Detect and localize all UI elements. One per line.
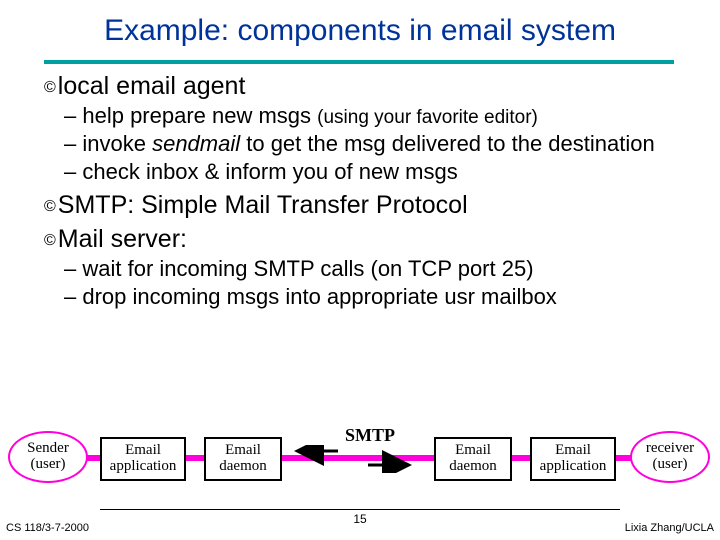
- bullet-text: local email agent: [58, 72, 246, 100]
- sub-bullet-wait-smtp: – wait for incoming SMTP calls (on TCP p…: [64, 255, 694, 283]
- text: invoke: [82, 131, 152, 156]
- bullet-local-agent: ©local email agent: [44, 70, 694, 102]
- slide: Example: components in email system ©loc…: [0, 0, 720, 540]
- sub-bullet-invoke-sendmail: – invoke sendmail to get the msg deliver…: [64, 130, 694, 158]
- footer-divider: [100, 509, 620, 510]
- bullet-text: SMTP: Simple Mail Transfer Protocol: [58, 191, 468, 219]
- label-1: Email: [455, 443, 491, 459]
- label-2: application: [540, 459, 607, 475]
- email-daemon-box-right: Email daemon: [434, 437, 512, 481]
- receiver-label-1: receiver: [646, 441, 694, 457]
- bullet-text: Mail server:: [58, 225, 187, 253]
- text: to get the msg delivered to the destinat…: [240, 131, 655, 156]
- email-daemon-box-left: Email daemon: [204, 437, 282, 481]
- sendmail-italic: sendmail: [152, 131, 240, 156]
- sub-bullet-drop-msgs: – drop incoming msgs into appropriate us…: [64, 283, 694, 311]
- label-1: Email: [225, 443, 261, 459]
- footer-right: Lixia Zhang/UCLA: [625, 522, 714, 534]
- sender-oval: Sender (user): [8, 431, 88, 483]
- sub-bullets-1: – help prepare new msgs (using your favo…: [64, 102, 694, 187]
- receiver-oval: receiver (user): [630, 431, 710, 483]
- text: drop incoming msgs into appropriate usr …: [82, 284, 556, 309]
- label-1: Email: [125, 443, 161, 459]
- label-1: Email: [555, 443, 591, 459]
- content-area: ©local email agent – help prepare new ms…: [44, 68, 694, 311]
- sender-label-1: Sender: [27, 441, 69, 457]
- text: check inbox & inform you of new msgs: [82, 159, 457, 184]
- slide-title: Example: components in email system: [0, 14, 720, 48]
- email-app-box-right: Email application: [530, 437, 616, 481]
- label-2: daemon: [219, 459, 266, 475]
- sender-label-2: (user): [31, 457, 66, 473]
- smtp-label: SMTP: [345, 425, 395, 446]
- title-underline: [44, 60, 674, 64]
- text: help prepare new msgs: [82, 103, 317, 128]
- bullet-icon: ©: [44, 78, 56, 98]
- page-number: 15: [0, 512, 720, 526]
- receiver-label-2: (user): [653, 457, 688, 473]
- email-app-box-left: Email application: [100, 437, 186, 481]
- paren-text: (using your favorite editor): [317, 107, 538, 128]
- bullet-icon: ©: [44, 231, 56, 251]
- label-2: daemon: [449, 459, 496, 475]
- bullet-icon: ©: [44, 197, 56, 217]
- bullet-mail-server: ©Mail server:: [44, 223, 694, 255]
- label-2: application: [110, 459, 177, 475]
- text: wait for incoming SMTP calls (on TCP por…: [82, 256, 533, 281]
- sub-bullet-help-prepare: – help prepare new msgs (using your favo…: [64, 102, 694, 130]
- diagram: Sender (user) Email application Email da…: [0, 425, 720, 505]
- smtp-arrows-icon: [288, 445, 418, 473]
- sub-bullet-check-inbox: – check inbox & inform you of new msgs: [64, 158, 694, 186]
- sub-bullets-3: – wait for incoming SMTP calls (on TCP p…: [64, 255, 694, 311]
- bullet-smtp: ©SMTP: Simple Mail Transfer Protocol: [44, 189, 694, 221]
